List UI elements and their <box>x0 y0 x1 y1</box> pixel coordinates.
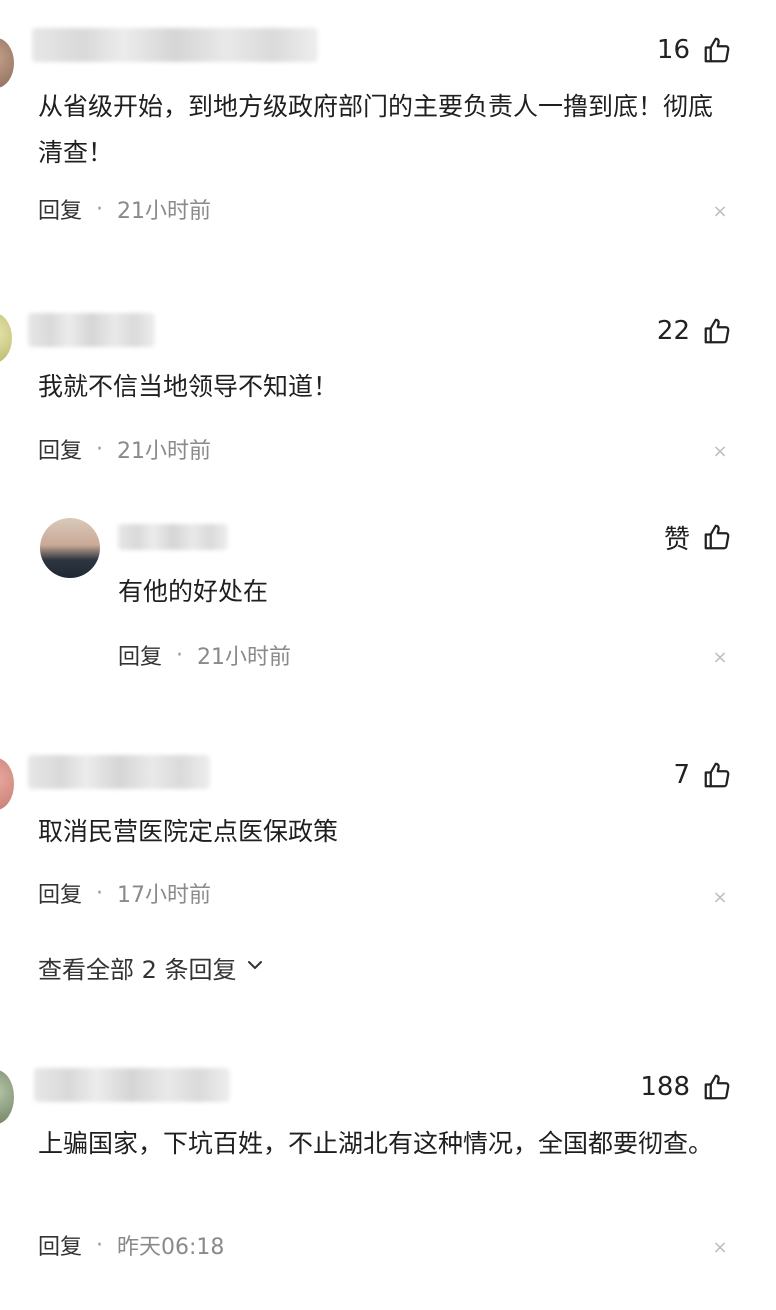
like-count: 22 <box>656 316 690 346</box>
like-count: 188 <box>640 1072 690 1102</box>
timestamp: 昨天06:18 <box>117 1235 225 1260</box>
close-icon[interactable]: × <box>712 1239 728 1257</box>
timestamp: 21小时前 <box>197 645 292 670</box>
comment-meta: 回复 · 21小时前 <box>38 433 212 465</box>
reply-username-blurred[interactable] <box>118 524 228 550</box>
comment-text: 我就不信当地领导不知道！ <box>38 372 339 401</box>
like-button[interactable]: 188 <box>640 1067 732 1107</box>
view-all-replies-button[interactable]: 查看全部 2 条回复 <box>38 950 265 984</box>
close-icon[interactable]: × <box>712 443 728 461</box>
avatar[interactable] <box>0 758 14 810</box>
avatar[interactable] <box>0 1070 14 1124</box>
username-blurred[interactable] <box>32 28 318 62</box>
timestamp: 17小时前 <box>117 883 212 908</box>
separator-dot: · <box>176 642 184 668</box>
username-blurred[interactable] <box>34 1068 230 1102</box>
separator-dot: · <box>96 196 104 222</box>
thumbs-up-icon <box>702 1072 732 1102</box>
like-button[interactable]: 7 <box>673 755 732 795</box>
comment-text: 从省级开始，到地方级政府部门的主要负责人一撸到底！彻底清查！ <box>38 92 714 167</box>
reply-button[interactable]: 回复 <box>38 1229 82 1261</box>
comment-text: 上骗国家，下坑百姓，不止湖北有这种情况，全国都要彻查。 <box>38 1129 714 1158</box>
reply-like-button[interactable]: 赞 <box>664 517 732 557</box>
comment-meta: 回复 · 17小时前 <box>38 877 212 909</box>
reply-button[interactable]: 回复 <box>118 639 162 671</box>
separator-dot: · <box>96 880 104 906</box>
close-icon[interactable]: × <box>712 649 728 667</box>
separator-dot: · <box>96 436 104 462</box>
reply-avatar[interactable] <box>40 518 100 578</box>
like-count: 7 <box>673 760 690 790</box>
reply-text: 有他的好处在 <box>118 577 269 606</box>
thumbs-up-icon <box>702 316 732 346</box>
reply-meta: 回复 · 21小时前 <box>118 639 292 671</box>
avatar[interactable] <box>0 38 14 88</box>
thumbs-up-icon <box>702 760 732 790</box>
chevron-down-icon <box>245 953 265 981</box>
reply-like-label: 赞 <box>663 524 690 555</box>
comment-meta: 回复 · 21小时前 <box>38 193 212 225</box>
view-all-label: 查看全部 2 条回复 <box>38 955 237 984</box>
comment-text: 取消民营医院定点医保政策 <box>38 817 339 846</box>
username-blurred[interactable] <box>28 755 210 789</box>
like-button[interactable]: 22 <box>657 311 732 351</box>
timestamp: 21小时前 <box>117 439 212 464</box>
avatar[interactable] <box>0 313 12 363</box>
timestamp: 21小时前 <box>117 199 212 224</box>
username-blurred[interactable] <box>28 313 155 347</box>
thumbs-up-icon <box>702 35 732 65</box>
close-icon[interactable]: × <box>712 203 728 221</box>
reply-button[interactable]: 回复 <box>38 877 82 909</box>
like-count: 16 <box>656 35 690 65</box>
reply-button[interactable]: 回复 <box>38 193 82 225</box>
comment-meta: 回复 · 昨天06:18 <box>38 1229 225 1261</box>
reply-button[interactable]: 回复 <box>38 433 82 465</box>
separator-dot: · <box>96 1232 104 1258</box>
close-icon[interactable]: × <box>712 889 728 907</box>
thumbs-up-icon <box>702 522 732 552</box>
like-button[interactable]: 16 <box>657 30 732 70</box>
